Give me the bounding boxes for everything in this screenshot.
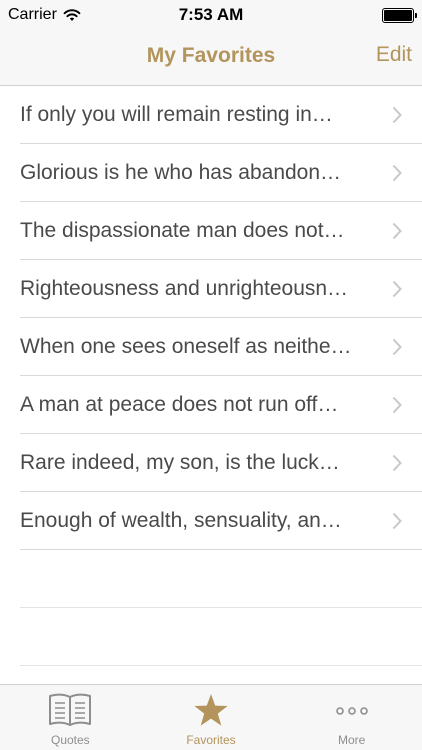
- list-item[interactable]: The dispassionate man does not…: [0, 202, 422, 260]
- star-icon: [194, 694, 228, 726]
- tab-label: Quotes: [50, 733, 90, 747]
- tab-more[interactable]: More: [281, 685, 422, 750]
- book-icon: [49, 693, 92, 726]
- chevron-right-icon: [392, 512, 402, 530]
- more-icon: [335, 707, 368, 715]
- list-item[interactable]: If only you will remain resting in…: [0, 86, 422, 144]
- list-item-text: Righteousness and unrighteousn…: [20, 277, 349, 300]
- list-item-text: Glorious is he who has abandon…: [20, 161, 342, 184]
- list-item-text: Enough of wealth, sensuality, an…: [20, 509, 342, 532]
- list-item-text: If only you will remain resting in…: [20, 103, 333, 126]
- chevron-right-icon: [392, 338, 402, 356]
- tab-label: Favorites: [186, 733, 236, 747]
- tab-bar: Quotes Favorites More: [0, 684, 422, 750]
- chevron-right-icon: [392, 396, 402, 414]
- tab-label: More: [338, 733, 366, 747]
- navigation-bar: My Favorites Edit: [0, 30, 422, 86]
- chevron-right-icon: [392, 222, 402, 240]
- chevron-right-icon: [392, 454, 402, 472]
- list-item[interactable]: A man at peace does not run off…: [0, 376, 422, 434]
- list-item-text: When one sees oneself as neithe…: [20, 335, 352, 358]
- favorites-list: If only you will remain resting in… Glor…: [0, 86, 422, 666]
- status-time: 7:53 AM: [178, 5, 244, 24]
- empty-row: [0, 550, 422, 608]
- list-item[interactable]: Righteousness and unrighteousn…: [0, 260, 422, 318]
- status-bar: Carrier 7:53 AM: [0, 0, 422, 30]
- chevron-right-icon: [392, 106, 402, 124]
- list-item-text: The dispassionate man does not…: [20, 219, 345, 242]
- list-item[interactable]: When one sees oneself as neithe…: [0, 318, 422, 376]
- tab-favorites[interactable]: Favorites: [141, 685, 282, 750]
- edit-button[interactable]: Edit: [376, 43, 412, 67]
- list-item[interactable]: Rare indeed, my son, is the luck…: [0, 434, 422, 492]
- list-item[interactable]: Enough of wealth, sensuality, an…: [0, 492, 422, 550]
- page-title: My Favorites: [146, 44, 276, 67]
- empty-row: [0, 608, 422, 666]
- list-item-text: A man at peace does not run off…: [20, 393, 339, 416]
- tab-quotes[interactable]: Quotes: [0, 685, 141, 750]
- list-item-text: Rare indeed, my son, is the luck…: [20, 451, 340, 474]
- list-item[interactable]: Glorious is he who has abandon…: [0, 144, 422, 202]
- battery-icon: [382, 8, 417, 23]
- chevron-right-icon: [392, 280, 402, 298]
- chevron-right-icon: [392, 164, 402, 182]
